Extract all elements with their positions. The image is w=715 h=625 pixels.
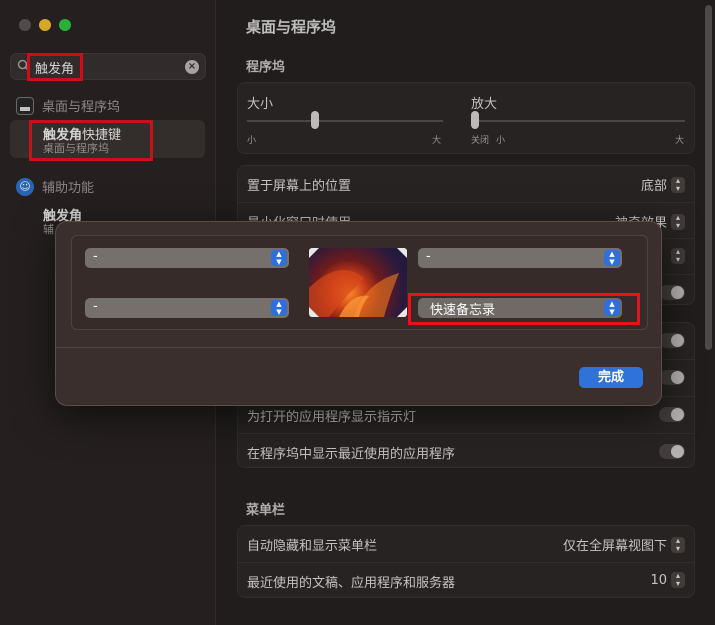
dialog-divider xyxy=(56,347,661,348)
corners-panel: - ▲ ▼ - ▲ ▼ - ▲ ▼ 快速备忘录 ▲ ▼ xyxy=(71,235,648,330)
bottom-right-corner-select[interactable]: 快速备忘录 ▲ ▼ xyxy=(418,298,622,318)
hot-corners-dialog: - ▲ ▼ - ▲ ▼ - ▲ ▼ 快速备忘录 ▲ ▼ 完成 xyxy=(55,221,662,406)
bottom-left-corner-select[interactable]: - ▲ ▼ xyxy=(85,298,289,318)
chevron-updown-icon: ▲ ▼ xyxy=(604,300,620,316)
chevron-updown-icon: ▲ ▼ xyxy=(271,250,287,266)
top-right-corner-select[interactable]: - ▲ ▼ xyxy=(418,248,622,268)
top-left-corner-select[interactable]: - ▲ ▼ xyxy=(85,248,289,268)
chevron-updown-icon: ▲ ▼ xyxy=(604,250,620,266)
chevron-updown-icon: ▲ ▼ xyxy=(271,300,287,316)
done-button[interactable]: 完成 xyxy=(579,367,643,388)
desktop-preview xyxy=(309,248,407,317)
